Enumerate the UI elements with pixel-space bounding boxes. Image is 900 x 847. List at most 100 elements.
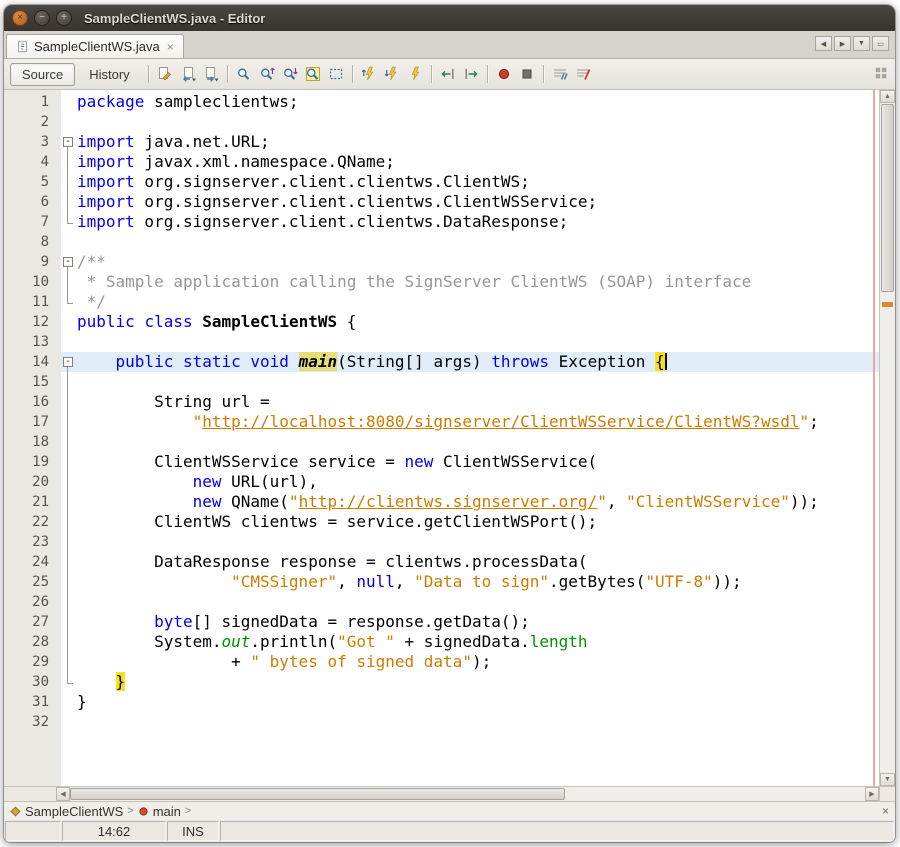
stop-macro-recording-icon[interactable] [516,63,538,85]
fold-collapse-icon[interactable]: - [63,357,73,367]
next-bookmark-icon[interactable] [381,63,403,85]
code-line-14[interactable]: 14- public static void main(String[] arg… [4,352,879,372]
code-line-18[interactable]: 18 [4,432,879,452]
breadcrumb-close-icon[interactable]: × [882,805,889,817]
code-line-23[interactable]: 23 [4,532,879,552]
code-lines[interactable]: 1package sampleclientws;23-import java.n… [4,90,879,786]
code-line-20[interactable]: 20 new URL(url), [4,472,879,492]
window-maximize-button[interactable]: + [56,10,72,26]
window-close-button[interactable]: × [12,10,28,26]
code-token: http://localhost:8080/signserver/ClientW… [202,412,799,431]
toggle-bookmark-icon[interactable] [404,63,426,85]
code-line-26[interactable]: 26 [4,592,879,612]
code-line-29[interactable]: 29 + " bytes of signed data"); [4,652,879,672]
code-line-22[interactable]: 22 ClientWS clientws = service.getClient… [4,512,879,532]
code-line-30[interactable]: 30 } [4,672,879,692]
find-previous-icon[interactable] [256,63,278,85]
code-token: QName( [222,492,289,511]
vertical-scrollbar[interactable]: ▲ ▼ [879,90,895,786]
code-line-17[interactable]: 17 "http://localhost:8080/signserver/Cli… [4,412,879,432]
last-edit-icon[interactable] [154,63,176,85]
breadcrumb-item-method[interactable]: main [138,804,181,819]
code-line-7[interactable]: 7import org.signserver.client.clientws.D… [4,212,879,232]
line-number: 8 [4,232,61,252]
toggle-highlight-icon[interactable] [302,63,324,85]
line-number: 26 [4,592,61,612]
window-minimize-button[interactable]: − [34,10,50,26]
forward-icon[interactable] [200,63,222,85]
code-line-24[interactable]: 24 DataResponse response = clientws.proc… [4,552,879,572]
tab-close-icon[interactable]: × [167,40,174,54]
code-line-9[interactable]: 9-/** [4,252,879,272]
scroll-left-icon[interactable]: ◀ [56,787,70,801]
start-macro-recording-icon[interactable] [493,63,515,85]
history-view-button[interactable]: History [78,64,140,85]
previous-bookmark-icon[interactable] [358,63,380,85]
code-line-31[interactable]: 31} [4,692,879,712]
fold-margin [61,192,77,212]
tab-sampleclientws[interactable]: SampleClientWS.java × [6,34,184,58]
shift-line-right-icon[interactable] [460,63,482,85]
code-line-19[interactable]: 19 ClientWSService service = new ClientW… [4,452,879,472]
code-line-32[interactable]: 32 [4,712,879,732]
code-line-8[interactable]: 8 [4,232,879,252]
vertical-scrollbar-track[interactable] [880,103,895,773]
code-line-16[interactable]: 16 String url = [4,392,879,412]
horizontal-scrollbar-thumb[interactable] [70,788,565,800]
find-next-icon[interactable] [279,63,301,85]
code-line-10[interactable]: 10 * Sample application calling the Sign… [4,272,879,292]
maximize-document-button[interactable]: ▭ [872,36,889,51]
code-line-12[interactable]: 12public class SampleClientWS { [4,312,879,332]
code-line-27[interactable]: 27 byte[] signedData = response.getData(… [4,612,879,632]
code-line-1[interactable]: 1package sampleclientws; [4,92,879,112]
code-line-28[interactable]: 28 System.out.println("Got " + signedDat… [4,632,879,652]
code-line-5[interactable]: 5import org.signserver.client.clientws.C… [4,172,879,192]
scroll-down-icon[interactable]: ▼ [880,773,895,786]
tab-list-dropdown-button[interactable]: ▼ [853,36,870,51]
fold-margin[interactable]: - [61,252,77,272]
code-text: } [77,672,879,692]
line-number: 21 [4,492,61,512]
horizontal-scrollbar-track[interactable] [70,787,865,801]
code-line-6[interactable]: 6import org.signserver.client.clientws.C… [4,192,879,212]
uncomment-icon[interactable] [572,63,594,85]
code-token: URL(url), [222,472,318,491]
find-selection-icon[interactable] [233,63,255,85]
fold-guide-line [67,552,68,572]
shift-line-left-icon[interactable] [437,63,459,85]
code-token [77,412,193,431]
code-line-11[interactable]: 11 */ [4,292,879,312]
scroll-right-icon[interactable]: ▶ [865,787,879,801]
line-number: 27 [4,612,61,632]
code-text: new QName("http://clientws.signserver.or… [77,492,879,512]
breadcrumb-item-class[interactable]: SampleClientWS [10,804,123,819]
code-line-21[interactable]: 21 new QName("http://clientws.signserver… [4,492,879,512]
fold-collapse-icon[interactable]: - [63,257,73,267]
horizontal-scrollbar[interactable]: ◀ ▶ [56,787,879,801]
fold-margin[interactable]: - [61,352,77,372]
error-stripe-mark[interactable] [882,302,893,307]
line-number: 18 [4,432,61,452]
toolbar-options-icon[interactable] [874,66,890,82]
code-line-15[interactable]: 15 [4,372,879,392]
toggle-rectangular-selection-icon[interactable] [325,63,347,85]
code-token: new [193,492,222,511]
titlebar[interactable]: × − + SampleClientWS.java - Editor [4,5,895,31]
fold-margin[interactable]: - [61,132,77,152]
code-line-13[interactable]: 13 [4,332,879,352]
code-line-25[interactable]: 25 "CMSSigner", null, "Data to sign".get… [4,572,879,592]
fold-guide-end [67,212,73,224]
scroll-tabs-right-button[interactable]: ▶ [834,36,851,51]
fold-guide-line [67,432,68,452]
vertical-scrollbar-thumb[interactable] [881,104,894,292]
scroll-tabs-left-button[interactable]: ◀ [815,36,832,51]
back-icon[interactable] [177,63,199,85]
code-line-2[interactable]: 2 [4,112,879,132]
source-view-button[interactable]: Source [10,63,75,86]
code-line-3[interactable]: 3-import java.net.URL; [4,132,879,152]
scroll-up-icon[interactable]: ▲ [880,90,895,103]
comment-icon[interactable] [549,63,571,85]
code-line-4[interactable]: 4import javax.xml.namespace.QName; [4,152,879,172]
fold-collapse-icon[interactable]: - [63,137,73,147]
code-token: , [607,492,626,511]
